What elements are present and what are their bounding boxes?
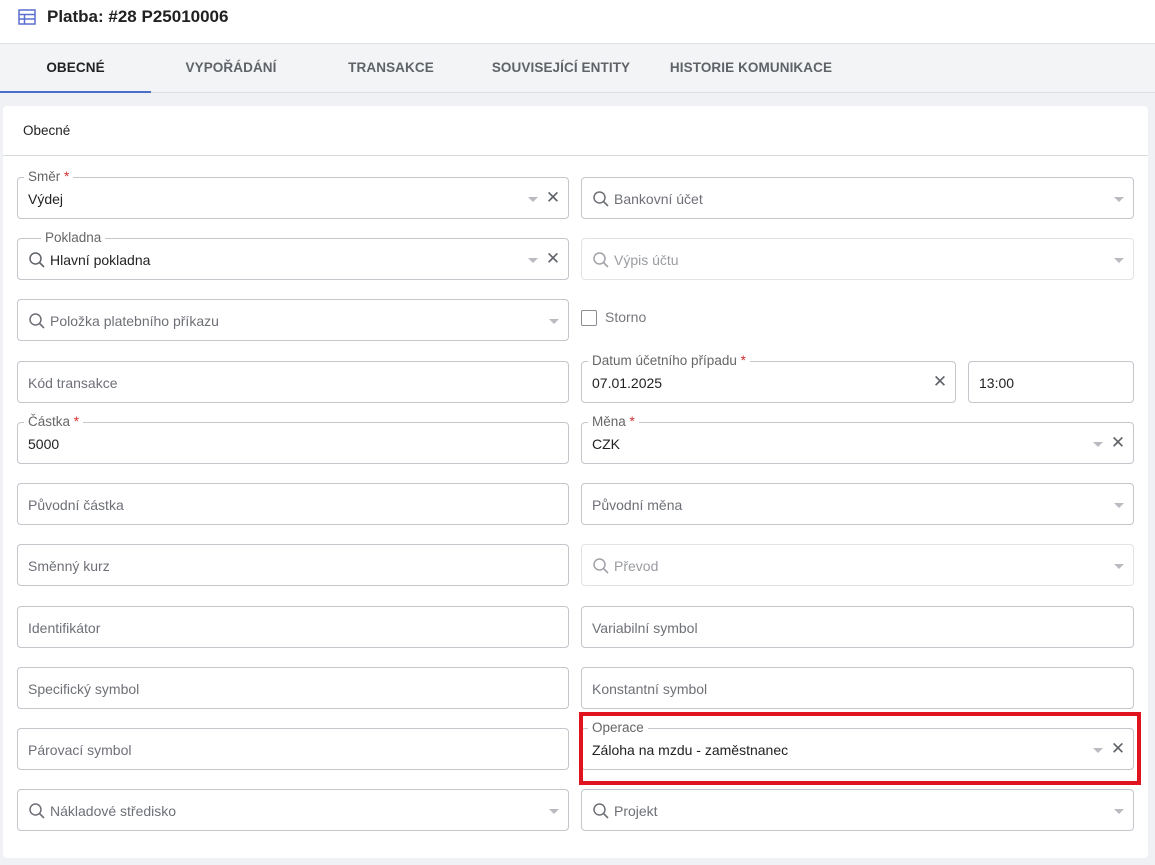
chevron-down-icon[interactable] [528, 258, 538, 263]
smer-label: Směr * [24, 169, 74, 185]
clear-icon[interactable]: ✕ [932, 373, 948, 391]
datum-label: Datum účetního případu * [588, 353, 750, 369]
pokladna-select[interactable]: Pokladna Hlavní pokladna ✕ [17, 230, 569, 280]
tab-obecne[interactable]: OBECNÉ [0, 45, 151, 93]
projekt-placeholder: Projekt [614, 803, 658, 819]
cas-value: 13:00 [979, 375, 1015, 391]
chevron-down-icon [1114, 258, 1124, 263]
parovaci-symbol-input[interactable]: Párovací symbol [17, 728, 569, 770]
identifikator-placeholder: Identifikátor [28, 620, 101, 636]
tab-transakce[interactable]: TRANSAKCE [311, 45, 471, 93]
clear-icon[interactable]: ✕ [545, 189, 561, 207]
page-header: Platba: #28 P25010006 [0, 0, 1155, 44]
search-icon [593, 558, 609, 574]
table-icon [18, 9, 36, 25]
cas-input[interactable]: 13:00 [968, 361, 1134, 403]
castka-value: 5000 [28, 436, 60, 452]
highlight-box [579, 712, 1141, 785]
variabilni-symbol-input[interactable]: Variabilní symbol [581, 606, 1134, 648]
tab-bar: OBECNÉ VYPOŘÁDÁNÍ TRANSAKCE SOUVISEJÍCÍ … [0, 45, 1155, 93]
identifikator-input[interactable]: Identifikátor [17, 606, 569, 648]
storno-checkbox[interactable] [581, 310, 597, 326]
search-icon [29, 313, 45, 329]
tab-historie-komunikace[interactable]: HISTORIE KOMUNIKACE [651, 45, 851, 93]
mena-select[interactable]: Měna * CZK ✕ [581, 414, 1134, 464]
search-icon [593, 803, 609, 819]
vypis-uctu-placeholder: Výpis účtu [614, 252, 679, 268]
konstantni-symbol-placeholder: Konstantní symbol [592, 681, 708, 697]
search-icon [29, 803, 45, 819]
puvodni-castka-input[interactable]: Původní částka [17, 483, 569, 525]
prevod-placeholder: Převod [614, 558, 659, 574]
chevron-down-icon [1114, 564, 1124, 569]
clear-icon[interactable]: ✕ [545, 250, 561, 268]
smer-value: Výdej [28, 191, 64, 207]
chevron-down-icon[interactable] [528, 197, 538, 202]
mena-value: CZK [592, 436, 620, 452]
page-title: Platba: #28 P25010006 [47, 7, 229, 26]
bankovni-ucet-select[interactable]: Bankovní účet [581, 177, 1134, 219]
puvodni-mena-placeholder: Původní měna [592, 497, 683, 513]
section-header: Obecné [3, 106, 1148, 156]
kod-transakce-placeholder: Kód transakce [28, 375, 118, 391]
tab-souvisejici-entity[interactable]: SOUVISEJÍCÍ ENTITY [471, 45, 651, 93]
section-title: Obecné [23, 123, 71, 138]
chevron-down-icon[interactable] [1114, 809, 1124, 814]
specificky-symbol-placeholder: Specifický symbol [28, 681, 140, 697]
polozka-placeholder: Položka platebního příkazu [50, 313, 219, 329]
chevron-down-icon[interactable] [1114, 503, 1124, 508]
datum-ucetniho-pripadu-input[interactable]: Datum účetního případu * 07.01.2025 ✕ [581, 353, 956, 403]
chevron-down-icon[interactable] [1093, 442, 1103, 447]
nakladove-stredisko-placeholder: Nákladové středisko [50, 803, 177, 819]
search-icon [29, 252, 45, 268]
storno-label[interactable]: Storno [605, 309, 646, 325]
nakladove-stredisko-select[interactable]: Nákladové středisko [17, 789, 569, 831]
parovaci-symbol-placeholder: Párovací symbol [28, 742, 132, 758]
prevod-select: Převod [581, 544, 1134, 586]
smenny-kurz-placeholder: Směnný kurz [28, 558, 110, 574]
chevron-down-icon[interactable] [549, 809, 559, 814]
smer-select[interactable]: Směr * Výdej ✕ [17, 169, 569, 219]
mena-label: Měna * [588, 414, 639, 430]
tab-vyporadani[interactable]: VYPOŘÁDÁNÍ [151, 45, 311, 93]
puvodni-mena-select[interactable]: Původní měna [581, 483, 1134, 525]
specificky-symbol-input[interactable]: Specifický symbol [17, 667, 569, 709]
konstantni-symbol-input[interactable]: Konstantní symbol [581, 667, 1134, 709]
datum-value: 07.01.2025 [592, 375, 663, 391]
bankovni-ucet-placeholder: Bankovní účet [614, 191, 703, 207]
chevron-down-icon[interactable] [549, 319, 559, 324]
polozka-platebniho-prikazu-select[interactable]: Položka platebního příkazu [17, 299, 569, 341]
search-icon [593, 191, 609, 207]
kod-transakce-input[interactable]: Kód transakce [17, 361, 569, 403]
castka-input[interactable]: Částka * 5000 [17, 414, 569, 464]
pokladna-value: Hlavní pokladna [50, 252, 151, 268]
puvodni-castka-placeholder: Původní částka [28, 497, 124, 513]
smenny-kurz-input[interactable]: Směnný kurz [17, 544, 569, 586]
vypis-uctu-select: Výpis účtu [581, 238, 1134, 280]
variabilni-symbol-placeholder: Variabilní symbol [592, 620, 698, 636]
projekt-select[interactable]: Projekt [581, 789, 1134, 831]
search-icon [593, 252, 609, 268]
castka-label: Částka * [24, 414, 84, 430]
pokladna-label: Pokladna [41, 230, 106, 246]
clear-icon[interactable]: ✕ [1110, 434, 1126, 452]
chevron-down-icon[interactable] [1114, 197, 1124, 202]
